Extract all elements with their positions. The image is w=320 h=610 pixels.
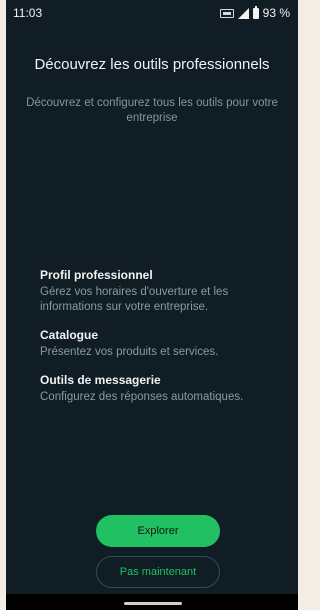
not-now-button[interactable]: Pas maintenant xyxy=(96,556,220,588)
screen: 11:03 93 % Découvrez les outils professi… xyxy=(6,0,298,610)
explore-button[interactable]: Explorer xyxy=(96,515,220,547)
page-title: Découvrez les outils professionnels xyxy=(34,56,270,73)
status-icons: 93 % xyxy=(219,5,290,20)
feature-description: Gérez vos horaires d'ouverture et les in… xyxy=(40,286,229,313)
feature-messaging-tools: Outils de messagerie Configurez des répo… xyxy=(40,373,278,405)
feature-title: Catalogue xyxy=(40,328,99,342)
status-time: 11:03 xyxy=(13,6,43,20)
navigation-bar xyxy=(6,594,298,610)
home-indicator[interactable] xyxy=(124,602,182,605)
feature-title: Profil professionnel xyxy=(40,268,153,282)
battery-icon xyxy=(252,5,259,19)
feature-description: Présentez vos produits et services. xyxy=(40,346,219,358)
feature-catalogue: Catalogue Présentez vos produits et serv… xyxy=(40,328,278,360)
feature-list: Profil professionnel Gérez vos horaires … xyxy=(40,268,278,418)
volte-icon xyxy=(219,8,234,18)
status-bar: 11:03 93 % xyxy=(6,0,298,26)
signal-icon xyxy=(237,7,249,19)
feature-description: Configurez des réponses automatiques. xyxy=(40,391,244,403)
battery-percent: 93 % xyxy=(262,6,290,20)
page-subtitle: Découvrez et configurez tous les outils … xyxy=(26,97,278,124)
feature-business-profile: Profil professionnel Gérez vos horaires … xyxy=(40,268,278,315)
feature-title: Outils de messagerie xyxy=(40,373,161,387)
